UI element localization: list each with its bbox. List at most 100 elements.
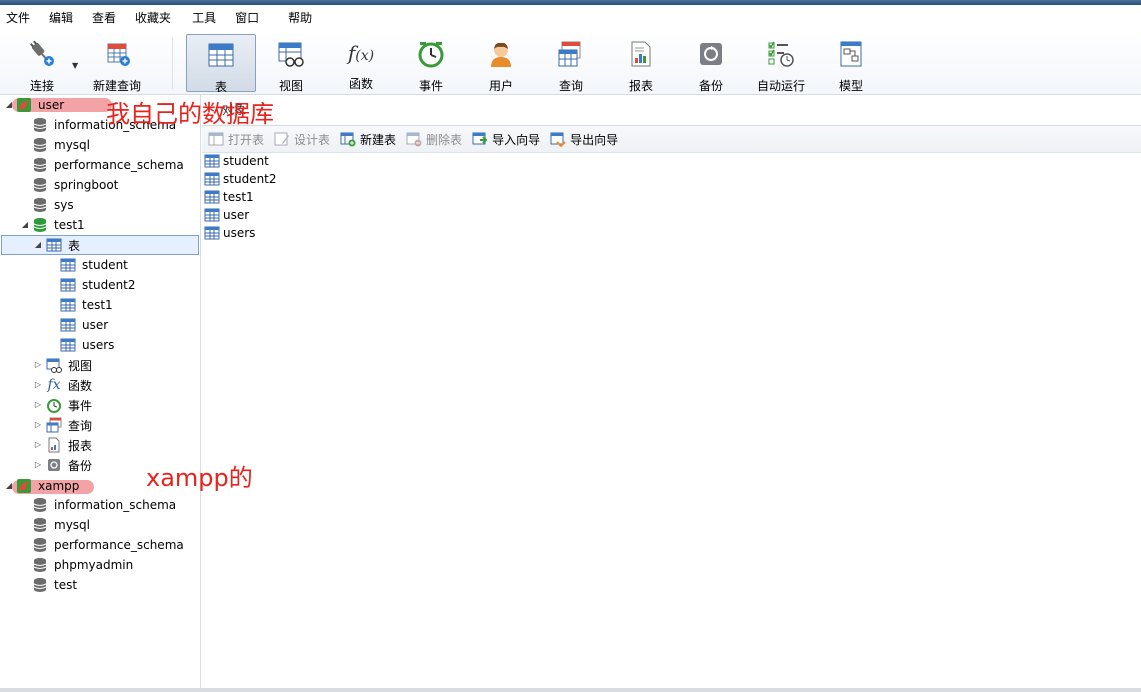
database-test1[interactable]: test1 [32,215,85,235]
database-performance-schema[interactable]: performance_schema [32,155,184,175]
tables-folder[interactable]: 表 [1,235,199,255]
database-sys[interactable]: sys [32,195,74,215]
functions-folder[interactable]: fx 函数 [46,375,92,395]
table-list-item-user[interactable]: user [204,206,249,224]
menu-view[interactable]: 查看 [86,5,129,31]
model-icon [836,39,866,69]
database-performance-schema[interactable]: performance_schema [32,535,184,555]
backups-folder[interactable]: 备份 [46,455,92,475]
mysql-connection-icon [16,478,32,494]
database-information-schema[interactable]: information_schema [32,495,176,515]
database-icon [32,137,48,153]
table-label: 表 [214,80,227,94]
status-bar [0,688,1141,692]
menu-help[interactable]: 帮助 [272,5,325,31]
database-icon [32,177,48,193]
queries-folder[interactable]: 查询 [46,415,92,435]
connect-dropdown-icon[interactable]: ▼ [72,61,78,70]
query-icon [556,39,586,69]
import-wizard-button[interactable]: 导入向导 [472,131,540,148]
menu-file[interactable]: 文件 [0,5,43,31]
table-icon [204,171,220,187]
annotation-my-database: 我自己的数据库 [106,100,274,128]
expand-icon[interactable]: ▷ [33,420,43,429]
tree-table-test1[interactable]: test1 [60,295,113,315]
new-table-button[interactable]: 新建表 [340,131,396,148]
expand-icon[interactable]: ▷ [33,400,43,409]
database-mysql[interactable]: mysql [32,135,90,155]
report-button[interactable]: 报表 [616,34,666,93]
menu-window[interactable]: 窗口 [229,5,272,31]
table-icon [60,337,76,353]
mysql-connection-icon [16,97,32,113]
query-button[interactable]: 查询 [546,34,596,93]
new-query-button[interactable]: 新建查询 [90,34,144,93]
collapse-icon[interactable]: ◢ [4,100,14,109]
table-icon [204,189,220,205]
expand-icon[interactable]: ▷ [33,380,43,389]
connect-button[interactable]: 连接 [22,34,62,93]
table-icon [206,40,236,70]
database-springboot[interactable]: springboot [32,175,118,195]
table-list-item-test1[interactable]: test1 [204,188,254,206]
tree-table-student[interactable]: student [60,255,128,275]
view-button[interactable]: 视图 [266,34,316,93]
object-panel: 对象 打开表 设计表 新建表 删除表 导入向导 导出向导 student stu… [202,95,1141,692]
user-icon [486,39,516,69]
menu-favorites[interactable]: 收藏夹 [129,5,184,31]
table-list-item-users[interactable]: users [204,224,255,242]
connection-tree: ◢ user information_schema mysql performa… [0,95,201,692]
toolbar-separator [172,37,173,89]
report-icon [626,39,656,69]
autorun-button[interactable]: 自动运行 [752,34,810,93]
collapse-icon[interactable]: ◢ [4,481,14,490]
expand-icon[interactable]: ▷ [33,460,43,469]
database-test[interactable]: test [32,575,77,595]
function-button[interactable]: f(x) 函数 [336,34,386,92]
database-icon [32,577,48,593]
delete-table-icon [406,131,422,147]
tree-table-users[interactable]: users [60,335,114,355]
table-icon [204,225,220,241]
views-folder[interactable]: 视图 [46,355,92,375]
open-table-button[interactable]: 打开表 [208,131,264,148]
new-query-label: 新建查询 [92,79,141,93]
tree-table-user[interactable]: user [60,315,108,335]
database-icon [32,497,48,513]
table-list-item-student2[interactable]: student2 [204,170,277,188]
collapse-icon[interactable]: ◢ [33,240,43,249]
backup-label: 备份 [698,79,723,93]
export-wizard-button[interactable]: 导出向导 [550,131,618,148]
expand-icon[interactable]: ▷ [33,360,43,369]
menu-tools[interactable]: 工具 [184,5,229,31]
expand-icon[interactable]: ▷ [33,440,43,449]
connection-user[interactable]: user [16,95,64,115]
table-icon [60,317,76,333]
function-icon: fx [47,377,61,393]
user-button[interactable]: 用户 [476,34,526,93]
menu-edit[interactable]: 编辑 [43,5,86,31]
event-button[interactable]: 事件 [406,34,456,93]
backup-icon [46,457,62,473]
events-folder[interactable]: 事件 [46,395,92,415]
reports-folder[interactable]: 报表 [46,435,92,455]
autorun-label: 自动运行 [756,79,805,93]
backup-button[interactable]: 备份 [686,34,736,93]
model-button[interactable]: 模型 [826,34,876,93]
database-icon [32,537,48,553]
database-phpmyadmin[interactable]: phpmyadmin [32,555,133,575]
database-mysql[interactable]: mysql [32,515,90,535]
delete-table-button[interactable]: 删除表 [406,131,462,148]
collapse-icon[interactable]: ◢ [20,220,30,229]
connection-xampp[interactable]: xampp [16,476,79,496]
menu-bar: 文件 编辑 查看 收藏夹 工具 窗口 帮助 [0,5,1141,31]
view-label: 视图 [278,79,303,93]
clock-icon [46,397,62,413]
table-list-item-student[interactable]: student [204,152,269,170]
table-button[interactable]: 表 [186,34,256,94]
function-label: 函数 [348,77,373,91]
table-icon [60,297,76,313]
tree-table-student2[interactable]: student2 [60,275,136,295]
clock-icon [416,39,446,69]
design-table-button[interactable]: 设计表 [274,131,330,148]
